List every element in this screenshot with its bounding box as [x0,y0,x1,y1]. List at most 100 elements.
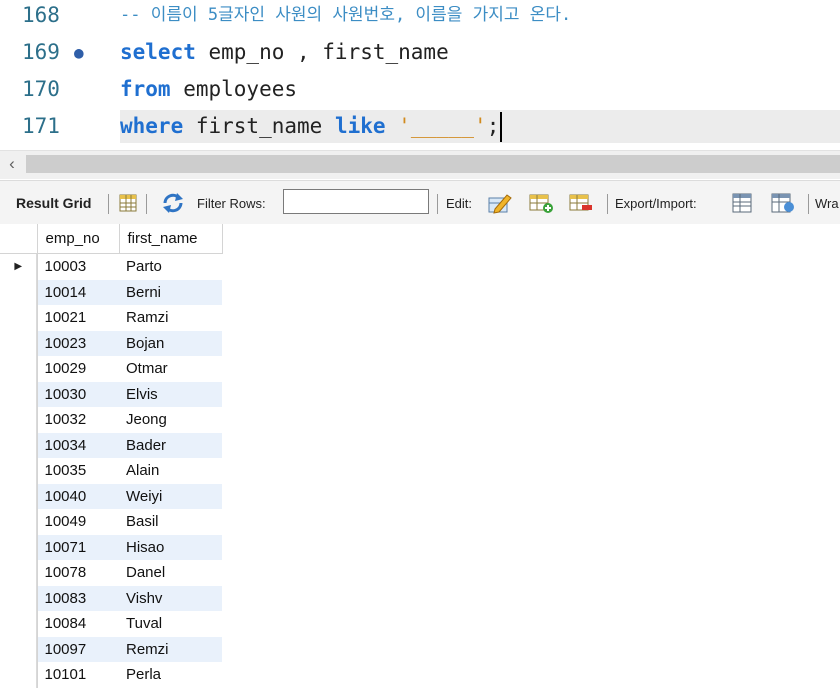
table-row[interactable]: 10030 Elvis [0,381,222,407]
table-row[interactable]: 10084 Tuval [0,611,222,637]
cell-first-name[interactable]: Bojan [119,330,222,356]
table-row[interactable]: 10029 Otmar [0,356,222,382]
cell-first-name[interactable]: Perla [119,662,222,688]
row-header[interactable] [0,381,38,407]
cell-emp-no[interactable]: 10030 [37,381,119,407]
cell-emp-no[interactable]: 10035 [37,458,119,484]
row-header[interactable] [0,636,38,662]
cell-first-name[interactable]: Otmar [119,356,222,382]
cell-first-name[interactable]: Parto [119,254,222,280]
cell-first-name[interactable]: Remzi [119,636,222,662]
cell-first-name[interactable]: Weiyi [119,483,222,509]
table-row[interactable]: 10021 Ramzi [0,305,222,331]
table-row[interactable]: 10035 Alain [0,458,222,484]
cell-emp-no[interactable]: 10040 [37,483,119,509]
cell-first-name[interactable]: Hisao [119,534,222,560]
row-header[interactable] [0,509,38,535]
cell-emp-no[interactable]: 10071 [37,534,119,560]
table-row[interactable]: 10049 Basil [0,509,222,535]
horizontal-scrollbar[interactable]: ‹ [0,150,840,179]
cell-first-name[interactable]: Alain [119,458,222,484]
cell-emp-no[interactable]: 10032 [37,407,119,433]
result-toolbar: Result Grid Filter Rows: Edit: Export/Im… [0,180,840,226]
cell-emp-no[interactable]: 10021 [37,305,119,331]
table-row[interactable]: 10032 Jeong [0,407,222,433]
table-row[interactable]: 10083 Vishv [0,585,222,611]
table-row[interactable]: 10097 Remzi [0,636,222,662]
code-line-169: 169 ● select emp_no , first_name [0,34,840,71]
cell-first-name[interactable]: Tuval [119,611,222,637]
cell-emp-no[interactable]: 10097 [37,636,119,662]
cell-emp-no[interactable]: 10023 [37,330,119,356]
cell-emp-no[interactable]: 10078 [37,560,119,586]
table-row[interactable]: ▶ 10003 Parto [0,253,222,280]
delete-row-icon[interactable] [568,192,594,214]
result-grid: emp_no first_name ▶ 10003 Parto 10014 Berni 1… [0,224,840,688]
text-caret [500,112,503,142]
row-header[interactable] [0,458,38,484]
row-header[interactable] [0,534,38,560]
toolbar-separator [437,194,438,214]
grid-layout-icon[interactable] [118,192,138,214]
cell-emp-no[interactable]: 10049 [37,509,119,535]
scroll-left-icon[interactable]: ‹ [4,153,20,175]
toolbar-separator [607,194,608,214]
cell-first-name[interactable]: Vishv [119,585,222,611]
sql-semicolon: ; [486,114,500,138]
cell-emp-no[interactable]: 10014 [37,279,119,305]
row-header[interactable] [0,305,38,331]
statement-marker-icon[interactable]: ● [74,34,84,71]
scrollbar-thumb[interactable] [26,155,840,173]
filter-rows-input[interactable] [283,189,429,214]
row-header[interactable] [0,407,38,433]
edit-cell-icon[interactable] [487,192,513,214]
code-line-170: 170 from employees [0,71,840,108]
column-header-first-name[interactable]: first_name [119,224,223,254]
cell-emp-no[interactable]: 10029 [37,356,119,382]
cell-first-name[interactable]: Ramzi [119,305,222,331]
cell-emp-no[interactable]: 10034 [37,432,119,458]
cell-first-name[interactable]: Berni [119,279,222,305]
sql-comment: -- 이름이 5글자인 사원의 사원번호, 이름을 가지고 온다. [120,5,572,25]
import-icon[interactable] [769,192,797,214]
table-row[interactable]: 10014 Berni [0,279,222,305]
row-header[interactable] [0,356,38,382]
cell-first-name[interactable]: Danel [119,560,222,586]
cell-emp-no[interactable]: 10083 [37,585,119,611]
table-row[interactable]: 10078 Danel [0,560,222,586]
row-header[interactable] [0,432,38,458]
table-row[interactable]: 10071 Hisao [0,534,222,560]
table-header-row: emp_no first_name [0,224,223,254]
export-icon[interactable] [730,192,756,214]
column-header-emp-no[interactable]: emp_no [37,224,120,254]
filter-rows-label: Filter Rows: [197,195,266,211]
edit-label: Edit: [446,195,473,211]
row-header[interactable] [0,330,38,356]
table-row[interactable]: 10101 Perla [0,662,222,688]
add-row-icon[interactable] [528,192,554,214]
row-header[interactable] [0,662,38,688]
sql-keyword: where [120,114,184,138]
cell-first-name[interactable]: Jeong [119,407,222,433]
cell-emp-no[interactable]: 10084 [37,611,119,637]
row-header[interactable] [0,611,38,637]
refresh-icon[interactable] [160,192,186,214]
row-header[interactable] [0,585,38,611]
cell-first-name[interactable]: Bader [119,432,222,458]
cell-first-name[interactable]: Basil [119,509,222,535]
cell-first-name[interactable]: Elvis [119,381,222,407]
result-grid-tab[interactable]: Result Grid [16,181,91,225]
table-row[interactable]: 10040 Weiyi [0,483,222,509]
sql-string: '_____' [398,114,487,138]
cell-emp-no[interactable]: 10003 [37,254,119,280]
wrap-cell-label[interactable]: Wra [815,181,839,225]
table-row[interactable]: 10034 Bader [0,432,222,458]
sql-editor[interactable]: 168 -- 이름이 5글자인 사원의 사원번호, 이름을 가지고 온다. 16… [0,0,840,150]
cell-emp-no[interactable]: 10101 [37,662,119,688]
table-row[interactable]: 10023 Bojan [0,330,222,356]
row-header-corner [0,224,38,254]
row-header[interactable] [0,560,38,586]
row-header[interactable] [0,279,38,305]
current-row-indicator-icon[interactable]: ▶ [0,253,38,280]
row-header[interactable] [0,483,38,509]
